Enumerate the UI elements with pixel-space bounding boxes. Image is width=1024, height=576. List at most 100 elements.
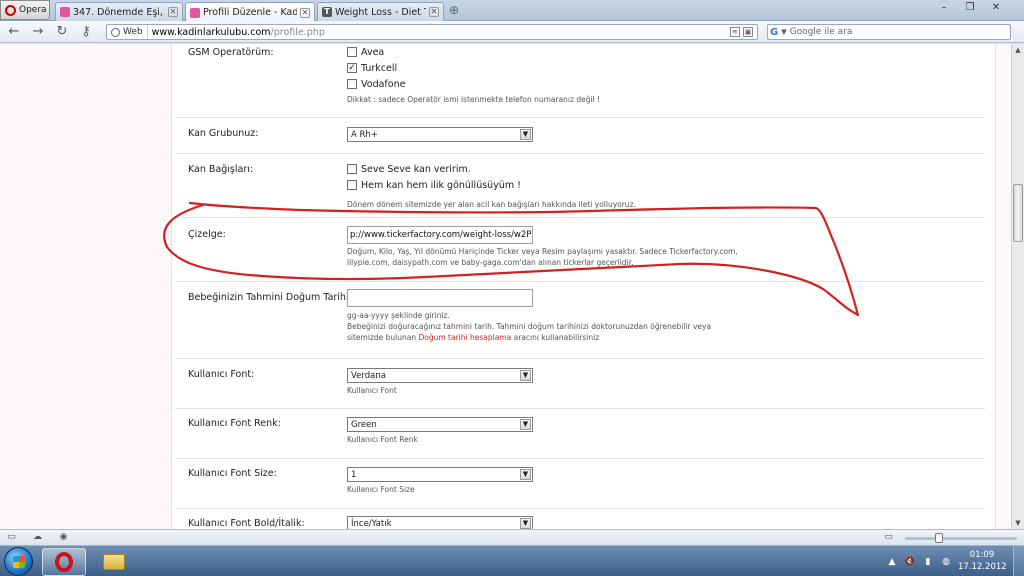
page-viewport: GSM Operatörüm: Avea ✓ Turkcell Vodafone…	[0, 44, 1011, 529]
blood-group-row: Kan Grubunuz: A Rh+ ▼	[175, 118, 985, 154]
user-font-size-label: Kullanıcı Font Size:	[188, 468, 277, 479]
checkbox-icon[interactable]	[347, 164, 357, 174]
due-date-hint-line-1: Bebeğinizi doğuracağınız tahmini tarih. …	[347, 322, 712, 331]
show-hidden-icons-icon[interactable]: ▲	[886, 556, 898, 568]
key-icon[interactable]: ⚷	[78, 24, 94, 40]
reload-icon[interactable]: ↻	[54, 24, 70, 40]
search-engine-dropdown-icon[interactable]: ▼	[781, 28, 786, 36]
profile-edit-form: GSM Operatörüm: Avea ✓ Turkcell Vodafone…	[173, 44, 995, 529]
blood-donation-label: Kan Bağışları:	[188, 164, 254, 175]
browser-tab-bar: Opera 347. Dönemde Eşi, Nişa... ✕ Profil…	[0, 0, 1024, 22]
checkbox-icon[interactable]	[347, 79, 357, 89]
dropdown-arrow-icon[interactable]: ▼	[520, 469, 531, 480]
option-label: Seve Seve kan veririm.	[361, 163, 471, 175]
checkbox-icon[interactable]	[347, 47, 357, 57]
tab-close-icon[interactable]: ✕	[300, 7, 310, 18]
tab-title: Profili Düzenle - Kadınl...	[203, 7, 297, 18]
user-font-style-select[interactable]: İnce/Yatık ▼	[347, 516, 533, 529]
dropdown-arrow-icon[interactable]: ▼	[520, 129, 531, 140]
unite-cloud-icon[interactable]: ☁	[31, 532, 44, 543]
tab-close-icon[interactable]: ✕	[168, 7, 178, 17]
bookmark-icon[interactable]: ▣	[743, 27, 753, 37]
browser-status-bar: ▭ ☁ ◉ ▭	[0, 529, 1024, 545]
opera-menu-label: Opera	[19, 5, 47, 15]
user-font-color-row: Kullanıcı Font Renk: Green ▼ Kullanıcı F…	[175, 409, 985, 459]
panel-toggle-icon[interactable]: ▭	[5, 532, 18, 543]
ticker-favicon-icon: T	[322, 7, 332, 17]
forward-arrow-icon[interactable]: →	[30, 24, 46, 40]
torrent-icon[interactable]: ◍	[940, 556, 952, 568]
web-mode-badge[interactable]: Web	[107, 25, 148, 39]
restore-icon[interactable]: ❐	[962, 2, 978, 14]
view-icon[interactable]: ▭	[882, 532, 895, 543]
scroll-down-arrow-icon[interactable]: ▼	[1012, 517, 1024, 529]
zoom-slider[interactable]	[905, 533, 1017, 543]
tab-title: 347. Dönemde Eşi, Nişa...	[73, 6, 165, 18]
select-value: İnce/Yatık	[351, 518, 392, 529]
user-font-row: Kullanıcı Font: Verdana ▼ Kullanıcı Font	[175, 359, 985, 409]
search-placeholder[interactable]: Google ile ara	[790, 27, 853, 37]
due-date-label: Bebeğinizin Tahmini Doğum Tarihi:	[188, 292, 352, 303]
back-arrow-icon[interactable]: ←	[6, 24, 22, 40]
taskbar-clock[interactable]: 01:09 17.12.2012	[958, 549, 1007, 573]
select-value: A Rh+	[351, 129, 378, 140]
scroll-up-arrow-icon[interactable]: ▲	[1012, 44, 1024, 56]
minimize-icon[interactable]: –	[936, 2, 952, 14]
due-date-row: Bebeğinizin Tahmini Doğum Tarihi: gg-aa-…	[175, 282, 985, 359]
gsm-option-avea[interactable]: Avea	[347, 44, 600, 60]
dropdown-arrow-icon[interactable]: ▼	[520, 370, 531, 381]
tab-3[interactable]: T Weight Loss - Diet Ticker ✕	[317, 2, 444, 21]
volume-muted-icon[interactable]: 🔇	[904, 556, 916, 568]
tab-close-icon[interactable]: ✕	[429, 7, 439, 17]
search-box[interactable]: G ▼ Google ile ara	[767, 24, 1011, 40]
navigation-bar: ← → ↻ ⚷ Web www.kadinlarkulubu.com/profi…	[0, 21, 1024, 43]
option-label: Vodafone	[361, 78, 406, 90]
due-date-hint-line-2: sitemizde bulunan Doğum tarihi hesaplama…	[347, 332, 711, 343]
user-font-select[interactable]: Verdana ▼	[347, 368, 533, 383]
address-bar[interactable]: Web www.kadinlarkulubu.com/profile.php ≋…	[106, 24, 758, 40]
show-desktop-button[interactable]	[1013, 546, 1024, 576]
blood-donation-row: Kan Bağışları: Seve Seve kan veririm. He…	[175, 154, 985, 218]
user-font-color-hint: Kullanıcı Font Renk	[347, 435, 418, 444]
tab-2[interactable]: Profili Düzenle - Kadınl... ✕	[185, 2, 315, 22]
scrollbar-thumb[interactable]	[1013, 184, 1023, 242]
clock-date: 17.12.2012	[958, 562, 1007, 572]
blood-donation-hint: Dönem dönem sitemizde yer alan acil kan …	[347, 200, 636, 209]
user-font-size-hint: Kullanıcı Font Size	[347, 485, 415, 494]
user-font-color-label: Kullanıcı Font Renk:	[188, 418, 281, 429]
user-font-size-select[interactable]: 1 ▼	[347, 467, 533, 482]
turbo-icon[interactable]: ◉	[57, 532, 70, 543]
zoom-slider-knob[interactable]	[935, 533, 943, 543]
new-tab-icon[interactable]: ⊕	[447, 4, 461, 18]
site-favicon-icon	[60, 7, 70, 17]
checkbox-checked-icon[interactable]: ✓	[347, 63, 357, 73]
due-date-calculator-link[interactable]: Doğum tarihi hesaplama	[418, 333, 511, 342]
tab-1[interactable]: 347. Dönemde Eşi, Nişa... ✕	[55, 2, 183, 21]
ticker-hint-line-2: lilypie.com, daisypath.com ve baby-gaga.…	[347, 258, 634, 267]
gsm-option-turkcell[interactable]: ✓ Turkcell	[347, 60, 600, 76]
blood-group-select[interactable]: A Rh+ ▼	[347, 127, 533, 142]
ticker-url-input[interactable]: p://www.tickerfactory.com/weight-loss/w2…	[347, 226, 533, 244]
rss-feed-icon[interactable]: ≋	[730, 27, 740, 37]
web-mode-label: Web	[123, 27, 143, 37]
taskbar-opera-button[interactable]	[42, 548, 86, 576]
page-scrollbar[interactable]: ▲ ▼	[1011, 44, 1024, 529]
opera-menu-button[interactable]: Opera	[0, 0, 50, 20]
option-label: Hem kan hem ilik gönüllüsüyüm !	[361, 179, 521, 191]
start-button[interactable]	[4, 547, 33, 576]
gsm-option-vodafone[interactable]: Vodafone	[347, 76, 600, 92]
page-right-margin	[995, 44, 1011, 529]
dropdown-arrow-icon[interactable]: ▼	[520, 419, 531, 430]
donation-option-marrow[interactable]: Hem kan hem ilik gönüllüsüyüm !	[347, 177, 636, 193]
dropdown-arrow-icon[interactable]: ▼	[520, 518, 531, 529]
user-font-color-select[interactable]: Green ▼	[347, 417, 533, 432]
url-text[interactable]: www.kadinlarkulubu.com/profile.php	[148, 27, 325, 38]
close-window-icon[interactable]: ✕	[988, 2, 1004, 14]
network-icon[interactable]: ▮	[922, 556, 934, 568]
user-font-style-row: Kullanıcı Font Bold/İtalik: İnce/Yatık ▼	[175, 509, 985, 529]
checkbox-icon[interactable]	[347, 180, 357, 190]
due-date-input[interactable]	[347, 289, 533, 307]
taskbar-explorer-button[interactable]	[92, 548, 136, 576]
donation-option-blood[interactable]: Seve Seve kan veririm.	[347, 161, 636, 177]
opera-logo-icon	[5, 4, 16, 16]
